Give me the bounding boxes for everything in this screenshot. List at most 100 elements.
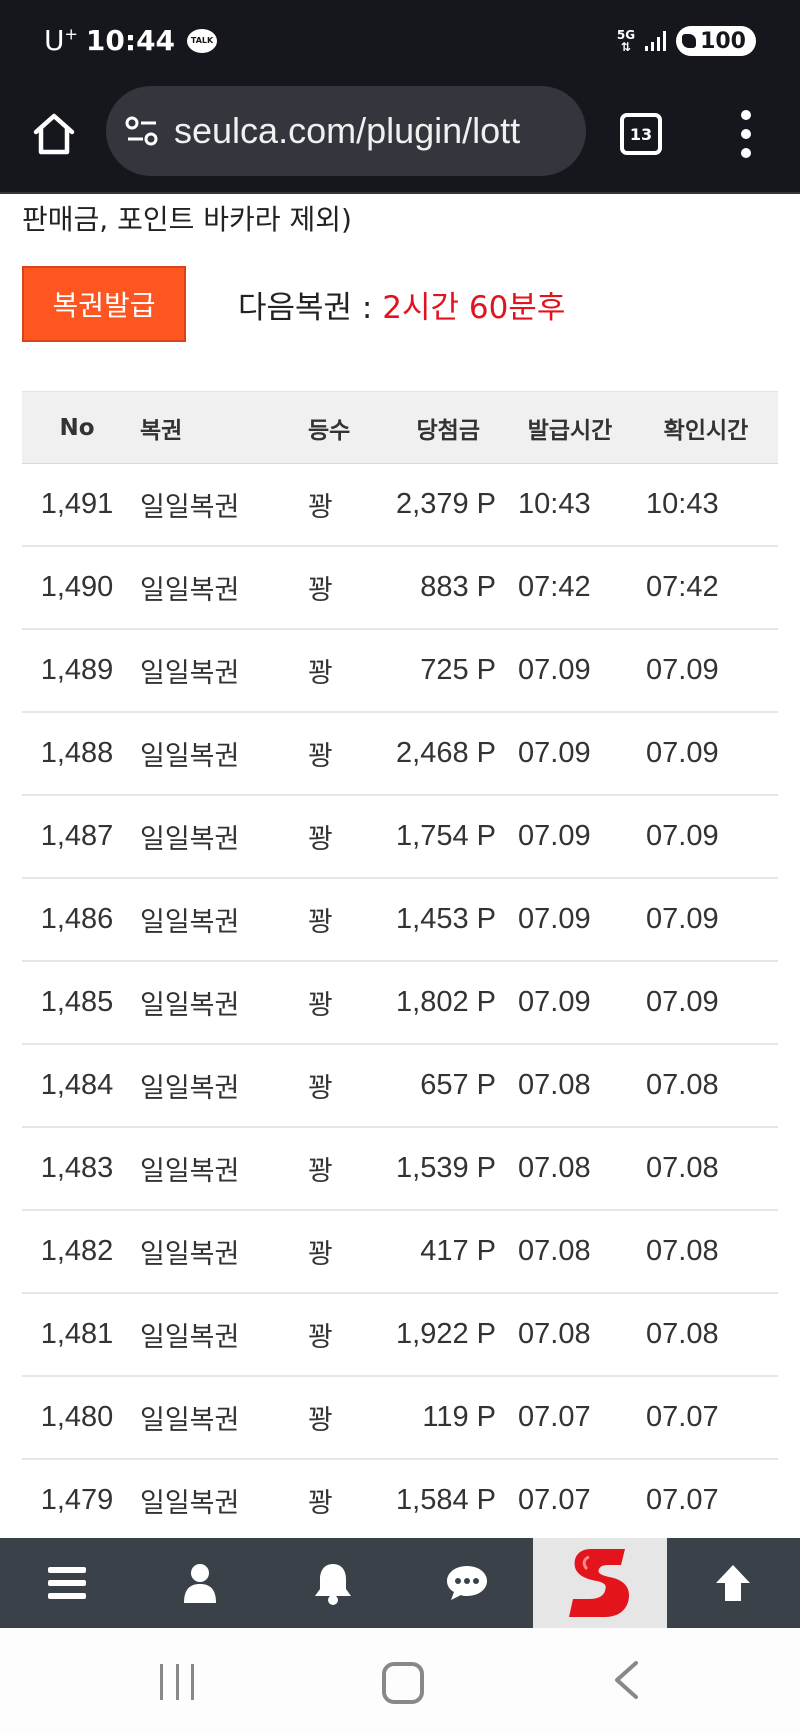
row-check-time: 07.09 xyxy=(634,961,778,1045)
row-issue-time: 07:42 xyxy=(506,546,634,630)
row-issue-time: 07.09 xyxy=(506,795,634,879)
row-rank: 꽝 xyxy=(284,1210,372,1294)
row-rank: 꽝 xyxy=(284,961,372,1045)
url-bar[interactable]: seulca.com/plugin/lott xyxy=(106,86,586,176)
row-issue-time: 07.08 xyxy=(506,1127,634,1211)
row-ticket-name: 일일복권 xyxy=(132,961,284,1045)
row-no: 1,484 xyxy=(22,1044,132,1128)
row-prize: 1,802 P xyxy=(372,961,506,1045)
row-no: 1,480 xyxy=(22,1376,132,1460)
row-prize: 883 P xyxy=(372,546,506,630)
row-rank: 꽝 xyxy=(284,1127,372,1211)
bottom-nav xyxy=(0,1538,800,1628)
header-ticket: 복권 xyxy=(132,391,284,464)
nav-menu-button[interactable] xyxy=(0,1538,133,1628)
header-check-time: 확인시간 xyxy=(634,391,778,464)
row-no: 1,479 xyxy=(22,1459,132,1543)
row-ticket-name: 일일복권 xyxy=(132,1044,284,1128)
row-no: 1,489 xyxy=(22,629,132,713)
table-row: 1,479 일일복권 꽝 1,584 P 07.07 07.07 xyxy=(22,1459,778,1543)
row-no: 1,486 xyxy=(22,878,132,962)
row-ticket-name: 일일복권 xyxy=(132,629,284,713)
recent-apps-icon[interactable] xyxy=(160,1664,194,1700)
system-home-icon[interactable] xyxy=(382,1662,424,1704)
header-rank: 등수 xyxy=(284,391,372,464)
bell-icon xyxy=(315,1564,352,1605)
row-rank: 꽝 xyxy=(284,629,372,713)
table-row: 1,483 일일복권 꽝 1,539 P 07.08 07.08 xyxy=(22,1127,778,1211)
row-check-time: 07.08 xyxy=(634,1127,778,1211)
carrier-label: U+ xyxy=(44,24,78,57)
row-ticket-name: 일일복권 xyxy=(132,463,284,547)
row-no: 1,485 xyxy=(22,961,132,1045)
row-prize: 1,922 P xyxy=(372,1293,506,1377)
row-ticket-name: 일일복권 xyxy=(132,546,284,630)
row-ticket-name: 일일복권 xyxy=(132,1376,284,1460)
site-settings-icon[interactable] xyxy=(124,113,160,149)
notice-text: 판매금, 포인트 바카라 제외) xyxy=(22,203,352,236)
table-row: 1,485 일일복권 꽝 1,802 P 07.09 07.09 xyxy=(22,961,778,1045)
row-rank: 꽝 xyxy=(284,1293,372,1377)
row-check-time: 07:42 xyxy=(634,546,778,630)
row-issue-time: 10:43 xyxy=(506,463,634,547)
header-issue-time: 발급시간 xyxy=(506,391,634,464)
row-no: 1,482 xyxy=(22,1210,132,1294)
row-check-time: 07.07 xyxy=(634,1376,778,1460)
table-row: 1,491 일일복권 꽝 2,379 P 10:43 10:43 xyxy=(22,463,778,547)
row-check-time: 07.08 xyxy=(634,1293,778,1377)
row-check-time: 10:43 xyxy=(634,463,778,547)
chat-icon xyxy=(446,1566,487,1600)
status-right: 5G ⇅ 100 xyxy=(617,26,756,56)
browser-menu-icon[interactable] xyxy=(740,110,752,158)
row-ticket-name: 일일복권 xyxy=(132,878,284,962)
nav-user-button[interactable] xyxy=(133,1538,266,1628)
row-prize: 657 P xyxy=(372,1044,506,1128)
row-ticket-name: 일일복권 xyxy=(132,795,284,879)
table-row: 1,482 일일복권 꽝 417 P 07.08 07.08 xyxy=(22,1210,778,1294)
row-issue-time: 07.07 xyxy=(506,1459,634,1543)
table-row: 1,489 일일복권 꽝 725 P 07.09 07.09 xyxy=(22,629,778,713)
row-rank: 꽝 xyxy=(284,1376,372,1460)
row-no: 1,483 xyxy=(22,1127,132,1211)
next-ticket-info: 다음복권 : 2시간 60분후 xyxy=(238,282,565,327)
url-text[interactable]: seulca.com/plugin/lott xyxy=(174,110,520,152)
back-icon[interactable] xyxy=(612,1660,640,1700)
row-issue-time: 07.09 xyxy=(506,629,634,713)
row-rank: 꽝 xyxy=(284,1459,372,1543)
row-issue-time: 07.09 xyxy=(506,712,634,796)
row-prize: 725 P xyxy=(372,629,506,713)
tab-switcher-icon[interactable]: 13 xyxy=(620,113,662,155)
row-ticket-name: 일일복권 xyxy=(132,712,284,796)
row-issue-time: 07.09 xyxy=(506,878,634,962)
table-row: 1,480 일일복권 꽝 119 P 07.07 07.07 xyxy=(22,1376,778,1460)
header-no: No xyxy=(22,391,132,464)
system-navigation-bar xyxy=(0,1628,800,1734)
row-rank: 꽝 xyxy=(284,878,372,962)
row-ticket-name: 일일복권 xyxy=(132,1459,284,1543)
nav-scroll-top-button[interactable] xyxy=(667,1538,800,1628)
nav-site-logo-button[interactable] xyxy=(533,1538,667,1628)
network-5g-icon: 5G ⇅ xyxy=(616,28,636,54)
row-prize: 2,468 P xyxy=(372,712,506,796)
nav-notification-button[interactable] xyxy=(267,1538,400,1628)
row-no: 1,490 xyxy=(22,546,132,630)
table-row: 1,486 일일복권 꽝 1,453 P 07.09 07.09 xyxy=(22,878,778,962)
row-issue-time: 07.08 xyxy=(506,1210,634,1294)
battery-level: 100 xyxy=(700,28,746,54)
row-ticket-name: 일일복권 xyxy=(132,1210,284,1294)
row-prize: 1,453 P xyxy=(372,878,506,962)
status-bar: U+ 10:44 TALK 5G ⇅ 100 xyxy=(0,0,800,82)
table-row: 1,488 일일복권 꽝 2,468 P 07.09 07.09 xyxy=(22,712,778,796)
row-check-time: 07.09 xyxy=(634,795,778,879)
status-left: U+ 10:44 TALK xyxy=(44,24,218,57)
home-icon[interactable] xyxy=(30,110,78,158)
nav-chat-button[interactable] xyxy=(400,1538,533,1628)
table-row: 1,484 일일복권 꽝 657 P 07.08 07.08 xyxy=(22,1044,778,1128)
table-row: 1,490 일일복권 꽝 883 P 07:42 07:42 xyxy=(22,546,778,630)
table-row: 1,487 일일복권 꽝 1,754 P 07.09 07.09 xyxy=(22,795,778,879)
kakaotalk-icon: TALK xyxy=(187,28,218,53)
battery-icon: 100 xyxy=(676,26,756,56)
row-no: 1,488 xyxy=(22,712,132,796)
issue-ticket-button[interactable]: 복권발급 xyxy=(22,266,186,342)
row-issue-time: 07.09 xyxy=(506,961,634,1045)
